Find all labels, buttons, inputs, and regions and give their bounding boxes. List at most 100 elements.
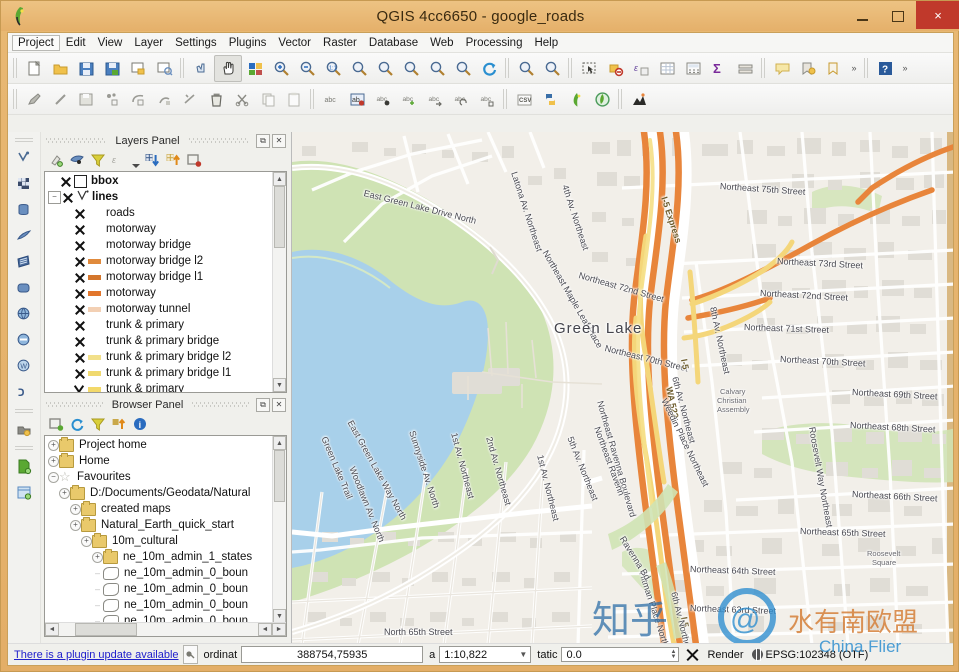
- layer-tree-item[interactable]: trunk & primary bridge: [45, 333, 273, 349]
- field-calculator-button[interactable]: [680, 56, 706, 81]
- new-project-button[interactable]: [21, 56, 47, 81]
- tree-expander-icon[interactable]: +: [70, 519, 81, 531]
- toolbar-grip[interactable]: [864, 58, 869, 78]
- toolbar-grip[interactable]: [761, 58, 766, 78]
- refresh-button[interactable]: [476, 56, 502, 81]
- menu-item-edit[interactable]: Edit: [60, 35, 92, 51]
- toolbar-grip[interactable]: [568, 58, 573, 78]
- toolbar-grip[interactable]: [618, 89, 623, 109]
- zoom-last-button[interactable]: [398, 56, 424, 81]
- label-button[interactable]: abc: [318, 87, 344, 112]
- browser-tree-item[interactable]: – ne_10m_admin_0_boun: [45, 581, 273, 597]
- toolbar-grip[interactable]: [13, 89, 18, 109]
- browser-tree-hscrollbar[interactable]: ◄ ◄ ►: [45, 622, 286, 636]
- layer-tree-item[interactable]: roads: [45, 205, 273, 221]
- scroll-up-icon[interactable]: ▲: [273, 436, 286, 450]
- layout-manager-button[interactable]: [151, 56, 177, 81]
- open-project-button[interactable]: [47, 56, 73, 81]
- save-project-button[interactable]: [73, 56, 99, 81]
- delete-selected-button[interactable]: [203, 87, 229, 112]
- tree-expander-icon[interactable]: −: [48, 190, 61, 204]
- layer-visibility-checkbox[interactable]: [61, 191, 74, 204]
- scale-combo[interactable]: 1:10,822 ▼: [439, 646, 532, 663]
- remove-layer-button[interactable]: [184, 150, 204, 170]
- chevron-down-icon[interactable]: [130, 148, 141, 173]
- map-canvas[interactable]: East Green Lake Drive North Latona Av. No…: [291, 132, 953, 645]
- select-features-button[interactable]: [576, 56, 602, 81]
- coordinate-field[interactable]: 388754,75935: [241, 646, 424, 663]
- add-delimited-text-layer-button[interactable]: CSV: [511, 87, 537, 112]
- browser-tree-item[interactable]: +10m_cultural: [45, 532, 273, 549]
- layer-tree-item[interactable]: trunk & primary: [45, 317, 273, 333]
- layer-visibility-checkbox[interactable]: [73, 207, 86, 220]
- layer-checkbox[interactable]: [74, 174, 87, 188]
- scroll-thumb[interactable]: [274, 450, 285, 502]
- toolbar-grip[interactable]: [180, 58, 185, 78]
- add-mssql-layer-button[interactable]: [10, 249, 38, 275]
- deselect-button[interactable]: [602, 56, 628, 81]
- show-hide-labels-button[interactable]: abc: [396, 87, 422, 112]
- layer-tree-item[interactable]: motorway bridge: [45, 237, 273, 253]
- move-label-button[interactable]: abc: [422, 87, 448, 112]
- menu-item-processing[interactable]: Processing: [460, 35, 529, 51]
- modify-attributes-button[interactable]: [177, 87, 203, 112]
- browser-tree-item[interactable]: + Project home: [45, 436, 273, 453]
- add-wcs-layer-button[interactable]: [10, 327, 38, 353]
- add-wfs-layer-button[interactable]: W: [10, 353, 38, 379]
- toolbar-overflow-icon[interactable]: »: [847, 56, 861, 81]
- expander-toggle[interactable]: +: [48, 455, 59, 467]
- zoom-full-button[interactable]: [242, 56, 268, 81]
- add-spatialite-layer-button[interactable]: [10, 223, 38, 249]
- new-print-layout-button[interactable]: [125, 56, 151, 81]
- layer-tree-item[interactable]: motorway bridge l1: [45, 269, 273, 285]
- filter-legend-button[interactable]: [88, 150, 108, 170]
- menu-item-vector[interactable]: Vector: [272, 35, 317, 51]
- paste-features-button[interactable]: [281, 87, 307, 112]
- toolbar-grip[interactable]: [505, 58, 510, 78]
- layer-visibility-checkbox[interactable]: [73, 383, 86, 393]
- layer-tree-item[interactable]: motorway: [45, 285, 273, 301]
- layers-tree[interactable]: bbox − lines roads motorway motorway bridge mo…: [44, 171, 287, 393]
- zoom-in-button[interactable]: [268, 56, 294, 81]
- help-button[interactable]: ?: [872, 56, 898, 81]
- plugin-update-link[interactable]: There is a plugin update available: [14, 649, 179, 661]
- layer-tree-item[interactable]: trunk & primary bridge l1: [45, 365, 273, 381]
- expander-toggle[interactable]: +: [59, 487, 70, 499]
- scroll-thumb[interactable]: [274, 186, 285, 248]
- menu-item-raster[interactable]: Raster: [317, 35, 363, 51]
- minimize-button[interactable]: [844, 3, 880, 29]
- layer-visibility-checkbox[interactable]: [73, 303, 86, 316]
- layer-visibility-checkbox[interactable]: [73, 239, 86, 252]
- add-line-feature-button[interactable]: [125, 87, 151, 112]
- layer-tree-item[interactable]: motorway: [45, 221, 273, 237]
- browser-tree-item[interactable]: + ne_10m_admin_1_states: [45, 548, 273, 565]
- add-vector-layer-button[interactable]: [10, 145, 38, 171]
- scroll-right-icon[interactable]: ◄: [258, 623, 272, 636]
- browser-panel-close-button[interactable]: ✕: [272, 397, 287, 412]
- map-tips-button[interactable]: [769, 56, 795, 81]
- statistics-button[interactable]: Σ: [706, 56, 732, 81]
- zoom-native-button[interactable]: 1:1: [320, 56, 346, 81]
- layer-visibility-checkbox[interactable]: [73, 287, 86, 300]
- browser-tree-item[interactable]: + Home: [45, 452, 273, 469]
- layer-tree-item[interactable]: motorway tunnel: [45, 301, 273, 317]
- new-bookmark-button[interactable]: [795, 56, 821, 81]
- menu-item-web[interactable]: Web: [424, 35, 459, 51]
- save-layer-edits-button[interactable]: [73, 87, 99, 112]
- expander-toggle[interactable]: +: [92, 551, 103, 563]
- add-selected-layers-button[interactable]: [46, 414, 66, 434]
- georeferencer-button[interactable]: [626, 87, 652, 112]
- toggle-editing-button[interactable]: [21, 87, 47, 112]
- layer-visibility-checkbox[interactable]: [73, 319, 86, 332]
- identify-features-button[interactable]: [513, 56, 539, 81]
- tree-expander-icon[interactable]: −: [48, 471, 59, 483]
- scroll-down-icon[interactable]: ▼: [273, 378, 286, 392]
- layer-visibility-checkbox[interactable]: [73, 223, 86, 236]
- render-checkbox[interactable]: [684, 646, 701, 663]
- pan-map-button[interactable]: [214, 54, 242, 82]
- browser-tree-item[interactable]: – ne_10m_admin_0_boun: [45, 597, 273, 613]
- scroll-right-icon-2[interactable]: ►: [272, 623, 286, 636]
- pin-labels-button[interactable]: abc: [370, 87, 396, 112]
- collapse-all-browser-button[interactable]: [109, 414, 129, 434]
- expander-toggle[interactable]: +: [70, 503, 81, 515]
